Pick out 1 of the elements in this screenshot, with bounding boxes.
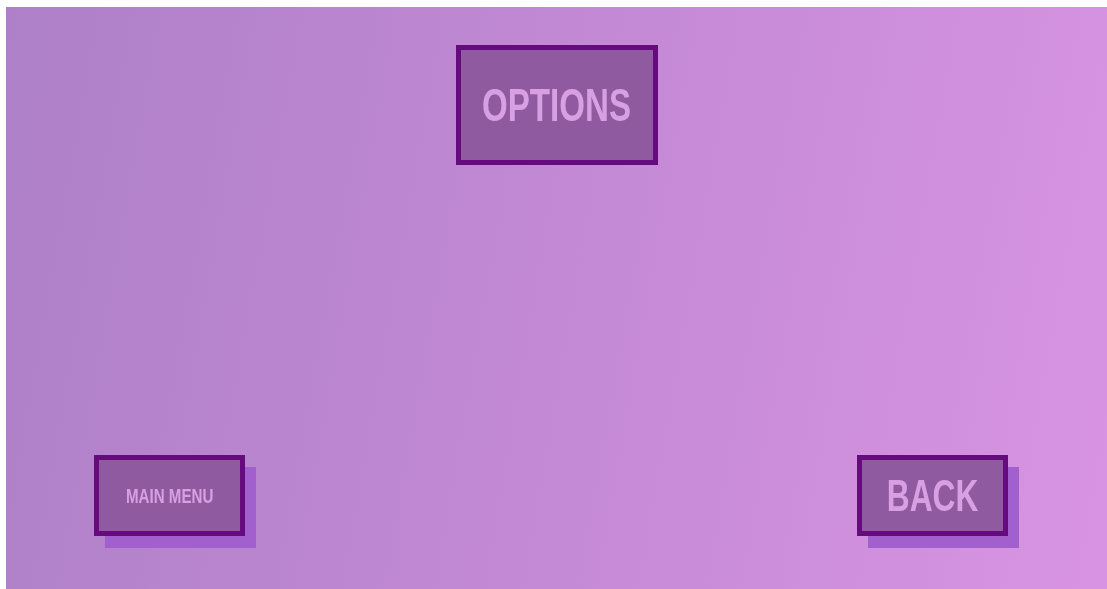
- title-text: OPTIONS: [481, 78, 632, 132]
